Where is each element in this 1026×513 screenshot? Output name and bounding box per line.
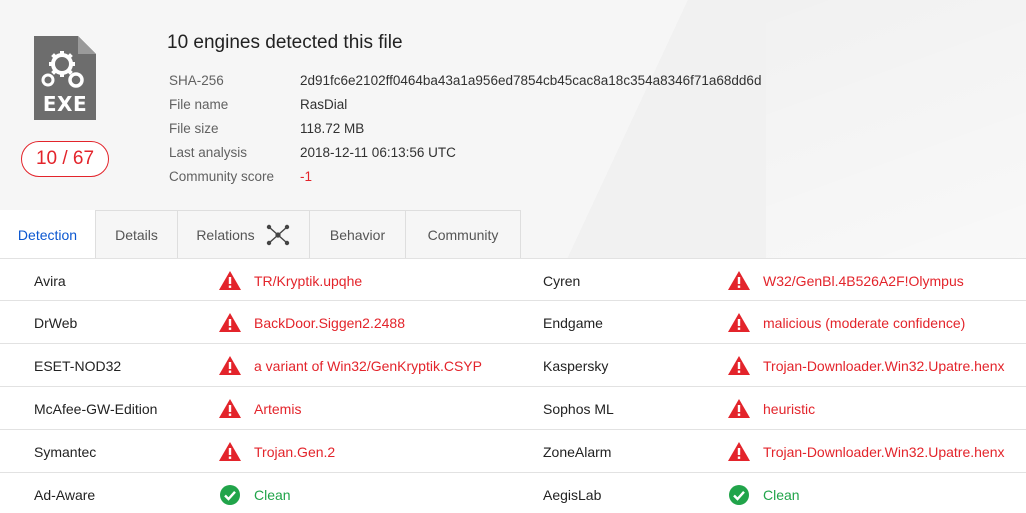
engine-name: Sophos ML	[543, 400, 614, 417]
warning-icon	[727, 397, 751, 421]
tab-relations[interactable]: Relations	[178, 210, 310, 258]
result-label: malicious (moderate confidence)	[763, 314, 966, 331]
detection-result: Trojan-Downloader.Win32.Upatre.henx	[727, 344, 1005, 387]
detection-result: Clean	[218, 473, 291, 513]
exe-file-icon: EXE	[32, 34, 98, 122]
meta-row-filesize: File size 118.72 MB	[169, 116, 761, 140]
community-score-value: -1	[300, 168, 313, 184]
warning-icon	[218, 354, 242, 378]
result-label: a variant of Win32/GenKryptik.CSYP	[254, 357, 482, 374]
meta-key: SHA-256	[169, 72, 224, 88]
detection-table: Avira TR/Kryptik.upqhe Cyren W32/GenBl.4B52…	[0, 258, 1026, 513]
warning-icon	[727, 311, 751, 335]
engine-name: Avira	[34, 272, 66, 289]
result-label: Clean	[254, 486, 291, 503]
tab-behavior[interactable]: Behavior	[310, 210, 406, 258]
file-metadata: SHA-256 2d91fc6e2102ff0464ba43a1a956ed78…	[169, 68, 761, 188]
table-row: ESET-NOD32 a variant of Win32/GenKryptik.…	[0, 344, 1026, 387]
last-analysis-value: 2018-12-11 06:13:56 UTC	[300, 144, 456, 160]
table-row: McAfee-GW-Edition Artemis Sophos ML heurist…	[0, 387, 1026, 430]
meta-row-community-score: Community score -1	[169, 164, 761, 188]
meta-row-last-analysis: Last analysis 2018-12-11 06:13:56 UTC	[169, 140, 761, 164]
warning-icon	[727, 354, 751, 378]
tab-detection[interactable]: Detection	[0, 210, 95, 258]
detection-result: W32/GenBl.4B526A2F!Olympus	[727, 259, 964, 302]
result-label: BackDoor.Siggen2.2488	[254, 314, 405, 331]
check-circle-icon	[218, 483, 242, 507]
warning-icon	[727, 269, 751, 293]
filename-value: RasDial	[300, 96, 348, 112]
engine-name: Cyren	[543, 272, 581, 289]
detection-result: heuristic	[727, 387, 815, 430]
tab-label: Relations	[196, 226, 255, 243]
meta-row-filename: File name RasDial	[169, 92, 761, 116]
tab-community[interactable]: Community	[406, 210, 521, 258]
detection-result: Trojan.Gen.2	[218, 430, 335, 473]
detection-result: Clean	[727, 473, 800, 513]
engine-name: Kaspersky	[543, 357, 609, 374]
check-circle-icon	[727, 483, 751, 507]
warning-icon	[218, 311, 242, 335]
detection-score-badge: 10 / 67	[21, 141, 109, 177]
result-label: TR/Kryptik.upqhe	[254, 272, 363, 289]
tab-details[interactable]: Details	[95, 210, 178, 258]
engine-name: Ad-Aware	[34, 486, 96, 503]
table-row: Symantec Trojan.Gen.2 ZoneAlarm Trojan-Down…	[0, 430, 1026, 473]
result-label: heuristic	[763, 400, 816, 417]
page-title: 10 engines detected this file	[167, 32, 403, 53]
engine-name: AegisLab	[543, 486, 602, 503]
warning-icon	[218, 397, 242, 421]
meta-key: Community score	[169, 168, 275, 184]
table-row: DrWeb BackDoor.Siggen2.2488 Endgame malicio…	[0, 301, 1026, 344]
warning-icon	[727, 440, 751, 464]
table-row: Avira TR/Kryptik.upqhe Cyren W32/GenBl.4B52…	[0, 258, 1026, 301]
engine-name: ZoneAlarm	[543, 443, 612, 460]
result-label: Trojan.Gen.2	[254, 443, 336, 460]
engine-name: McAfee-GW-Edition	[34, 400, 158, 417]
tab-bar: Detection Details Relations Behavior Com…	[0, 210, 521, 258]
tab-label: Community	[427, 226, 499, 243]
detection-result: Artemis	[218, 387, 301, 430]
detection-result: a variant of Win32/GenKryptik.CSYP	[218, 344, 482, 387]
engine-name: ESET-NOD32	[34, 357, 122, 374]
sha256-value[interactable]: 2d91fc6e2102ff0464ba43a1a956ed7854cb45ca…	[300, 73, 761, 88]
result-label: W32/GenBl.4B526A2F!Olympus	[763, 272, 964, 289]
warning-icon	[218, 440, 242, 464]
detection-result: TR/Kryptik.upqhe	[218, 259, 362, 302]
meta-key: Last analysis	[169, 144, 248, 160]
result-label: Clean	[763, 486, 800, 503]
detection-result: Trojan-Downloader.Win32.Upatre.henx	[727, 430, 1005, 473]
engine-name: Symantec	[34, 443, 97, 460]
table-row: Ad-Aware Clean AegisLab Clean	[0, 473, 1026, 513]
result-label: Trojan-Downloader.Win32.Upatre.henx	[763, 443, 1005, 460]
meta-key: File name	[169, 96, 229, 112]
graph-icon	[265, 222, 291, 248]
detection-result: BackDoor.Siggen2.2488	[218, 301, 405, 344]
tab-label: Behavior	[329, 226, 386, 243]
engine-name: DrWeb	[34, 314, 78, 331]
file-type-label: EXE	[42, 92, 88, 116]
meta-key: File size	[169, 120, 219, 136]
tab-label: Details	[115, 226, 158, 243]
engine-name: Endgame	[543, 314, 603, 331]
meta-row-sha256: SHA-256 2d91fc6e2102ff0464ba43a1a956ed78…	[169, 68, 761, 92]
result-label: Artemis	[254, 400, 302, 417]
tab-label: Detection	[17, 227, 78, 243]
result-label: Trojan-Downloader.Win32.Upatre.henx	[763, 357, 1005, 374]
filesize-value: 118.72 MB	[300, 120, 365, 136]
detection-result: malicious (moderate confidence)	[727, 301, 965, 344]
warning-icon	[218, 269, 242, 293]
